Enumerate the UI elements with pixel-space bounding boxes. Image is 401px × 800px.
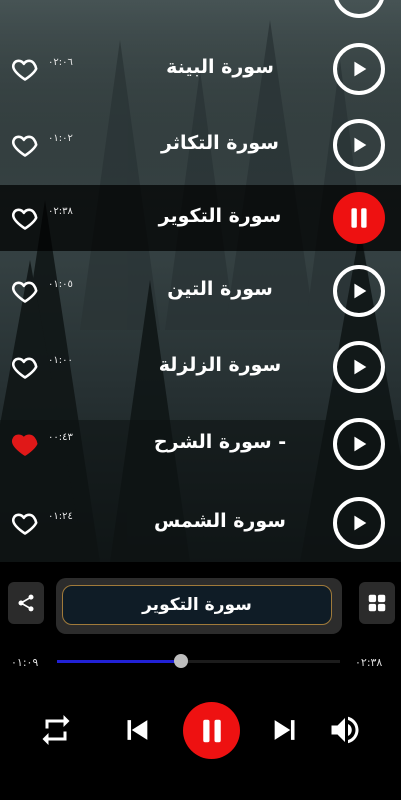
play-icon [354,359,367,375]
play-track-button[interactable] [333,43,385,95]
favorite-heart-icon[interactable] [11,353,39,381]
track-duration: ٠١:٠٠ [48,355,73,366]
volume-icon [331,716,359,744]
track-row[interactable]: ٠١:٠٢ سورة التكاثر [0,106,401,184]
track-row[interactable]: ٠٠:٤٣ سورة الشرح - [0,405,401,483]
previous-button[interactable] [116,710,156,750]
now-playing-panel: سورة التكوير [56,578,342,634]
pause-icon [202,719,221,742]
favorite-heart-icon[interactable] [11,55,39,83]
volume-button[interactable] [325,710,365,750]
play-track-button[interactable] [333,265,385,317]
grid-icon [368,594,386,612]
play-track-button[interactable] [333,119,385,171]
total-time: ٠٢:٣٨ [355,656,383,669]
track-duration: ٠٠:٤٣ [48,432,73,443]
play-icon [354,137,367,153]
player-panel: سورة التكوير ٠١:٠٩ ٠٢:٣٨ [0,562,401,800]
track-title: سورة التكوير [158,205,282,227]
share-icon [18,594,34,612]
play-track-button[interactable] [333,418,385,470]
track-title: سورة الشرح - [153,431,287,453]
track-duration: ٠١:٠٥ [48,279,73,290]
play-icon [354,515,367,531]
track-row[interactable]: ٠١:٠٠ سورة الزلزلة [0,328,401,406]
track-row[interactable]: ٠٢:٣٨ سورة التكوير [0,185,401,251]
repeat-button[interactable] [36,710,76,750]
play-icon [354,61,367,77]
seek-bar[interactable] [57,654,340,668]
track-title: سورة التين [167,278,273,300]
next-button[interactable] [266,710,306,750]
seek-progress [57,660,181,663]
favorite-heart-icon[interactable] [11,277,39,305]
favorite-heart-icon[interactable] [11,509,39,537]
skip-previous-icon [127,720,148,740]
play-icon [354,436,367,452]
pause-icon [351,208,367,228]
share-button[interactable] [8,582,44,624]
favorite-heart-icon[interactable] [11,131,39,159]
track-duration: ٠١:٢٤ [48,511,73,522]
seek-handle[interactable] [173,654,188,668]
menu-grid-button[interactable] [359,582,395,624]
track-row[interactable]: ٠١:٢٤ سورة الشمس [0,484,401,562]
repeat-icon [42,715,70,745]
play-icon [354,283,367,299]
track-duration: ٠١:٠٢ [48,133,73,144]
pause-button[interactable] [183,702,240,759]
track-title: سورة التكاثر [161,132,279,154]
track-title: سورة البينة [166,56,274,78]
play-track-button[interactable] [333,341,385,393]
play-track-button[interactable] [333,497,385,549]
skip-next-icon [274,720,295,740]
elapsed-time: ٠١:٠٩ [11,656,39,669]
now-playing-title: سورة التكوير [62,585,332,625]
track-row[interactable]: ٠٢:٠٦ سورة البينة [0,30,401,108]
pause-track-button[interactable] [333,192,385,244]
favorite-heart-icon[interactable] [11,204,39,232]
track-title: سورة الزلزلة [158,354,282,376]
track-duration: ٠٢:٠٦ [48,57,73,68]
track-title: سورة الشمس [154,510,286,532]
favorite-heart-icon[interactable] [11,430,39,458]
track-duration: ٠٢:٣٨ [48,206,73,217]
track-row[interactable]: ٠١:٠٥ سورة التين [0,252,401,330]
